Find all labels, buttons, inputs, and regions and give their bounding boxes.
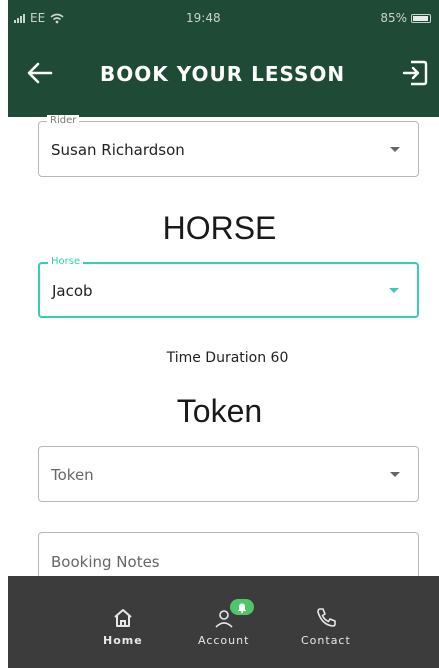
bottom-nav: Home Account Contact — [8, 576, 439, 668]
app-header: EE 19:48 85% BOOK YOUR LESSON — [8, 0, 439, 117]
logout-icon — [402, 60, 428, 86]
nav-label-contact: Contact — [301, 634, 351, 647]
back-button[interactable] — [24, 57, 56, 89]
booking-notes-placeholder: Booking Notes — [51, 553, 160, 571]
page-title: BOOK YOUR LESSON — [100, 62, 346, 86]
rider-label: Rider — [47, 115, 80, 127]
bell-icon — [237, 603, 246, 613]
time-duration: Time Duration 60 — [166, 350, 289, 366]
token-select[interactable]: Token — [38, 446, 419, 502]
nav-item-contact[interactable]: Contact — [301, 606, 351, 647]
chevron-down-icon — [390, 147, 400, 152]
status-left: EE — [14, 11, 64, 25]
battery-percent: 85% — [380, 11, 407, 25]
rider-select[interactable]: Rider Susan Richardson — [38, 115, 419, 177]
app-bar: BOOK YOUR LESSON — [8, 45, 439, 105]
chevron-down-icon — [389, 288, 399, 293]
status-bar: EE 19:48 85% — [8, 0, 439, 30]
home-icon — [111, 606, 135, 630]
horse-heading: HORSE — [162, 210, 277, 246]
horse-value: Jacob — [52, 282, 93, 300]
wifi-icon — [50, 13, 64, 23]
status-right: 85% — [380, 11, 431, 25]
token-placeholder: Token — [51, 466, 94, 484]
logout-button[interactable] — [399, 57, 431, 89]
horse-label: Horse — [48, 256, 84, 268]
token-heading: Token — [176, 393, 263, 429]
account-icon — [212, 599, 254, 630]
status-time: 19:48 — [186, 11, 221, 25]
nav-item-home[interactable]: Home — [103, 606, 143, 647]
battery-icon — [411, 13, 431, 23]
carrier-label: EE — [30, 11, 46, 25]
rider-value: Susan Richardson — [51, 141, 185, 159]
nav-label-home: Home — [103, 634, 143, 647]
nav-label-account: Account — [198, 634, 250, 647]
phone-icon — [314, 606, 338, 630]
signal-icon — [14, 13, 25, 23]
arrow-left-icon — [27, 62, 53, 84]
chevron-down-icon — [390, 472, 400, 477]
notification-badge — [229, 599, 254, 615]
nav-item-account[interactable]: Account — [198, 599, 254, 647]
horse-select[interactable]: Horse Jacob — [38, 256, 419, 318]
